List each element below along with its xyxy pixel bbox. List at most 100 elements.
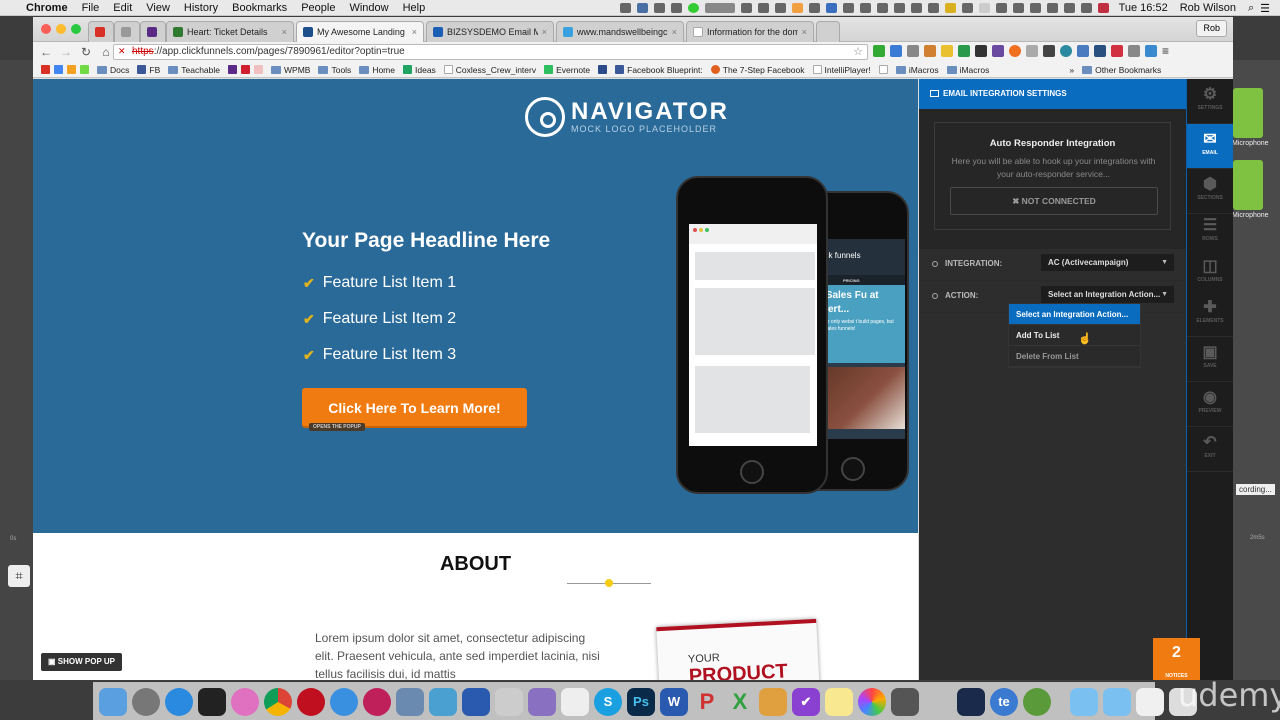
menu-view[interactable]: View bbox=[146, 2, 170, 14]
wunderlist-icon[interactable] bbox=[462, 687, 490, 716]
tab-trello[interactable] bbox=[140, 21, 166, 42]
documents-folder-icon[interactable] bbox=[1103, 687, 1131, 716]
skitch-icon[interactable] bbox=[363, 687, 391, 716]
hero-section[interactable]: NAVIGATOR MOCK LOGO PLACEHOLDER Your Pag… bbox=[33, 79, 918, 533]
volume-icon[interactable] bbox=[1063, 3, 1075, 13]
menu-window[interactable]: Window bbox=[349, 2, 388, 14]
preview-button[interactable]: ◉ PREVIEW bbox=[1187, 382, 1233, 427]
rows-button[interactable]: ☰ ROWS bbox=[1187, 210, 1233, 255]
downloads-stack-icon[interactable] bbox=[1136, 687, 1164, 716]
backup-icon[interactable] bbox=[859, 3, 871, 13]
about-section[interactable]: ABOUT Lorem ipsum dolor sit amet, consec… bbox=[33, 533, 918, 680]
bookmarks-overflow-button[interactable]: » bbox=[1069, 65, 1074, 75]
extension-icon[interactable] bbox=[1060, 45, 1072, 57]
address-bar[interactable]: ✕ https://app.clickfunnels.com/pages/789… bbox=[113, 44, 868, 60]
share-icon[interactable] bbox=[825, 3, 837, 13]
app-store-icon[interactable] bbox=[165, 687, 193, 716]
bookmark-coxless[interactable]: Coxless_Crew_interv bbox=[443, 65, 536, 75]
elements-button[interactable]: ✚ ELEMENTS bbox=[1187, 292, 1233, 337]
sections-button[interactable]: ⬢ SECTIONS bbox=[1187, 169, 1233, 214]
orange-app-icon[interactable] bbox=[791, 3, 803, 13]
save-button[interactable]: ▣ SAVE bbox=[1187, 337, 1233, 382]
spotlight-icon[interactable]: ⌕ bbox=[1248, 2, 1254, 15]
bookmark-sparkle[interactable] bbox=[254, 65, 264, 74]
bookmark-other[interactable]: Other Bookmarks bbox=[1082, 65, 1161, 75]
bluetooth-icon[interactable] bbox=[1080, 3, 1092, 13]
word-icon[interactable]: W bbox=[660, 687, 688, 716]
safari-icon[interactable] bbox=[330, 687, 358, 716]
bookmark-docs[interactable]: Docs bbox=[97, 65, 129, 75]
pen-icon[interactable] bbox=[670, 3, 682, 13]
screen-record-icon[interactable] bbox=[619, 3, 631, 13]
exit-button[interactable]: ↶ EXIT bbox=[1187, 427, 1233, 472]
bell-icon[interactable] bbox=[1012, 3, 1024, 13]
cta-button[interactable]: Click Here To Learn More! bbox=[302, 388, 527, 428]
tab-heart-ticket[interactable]: Heart: Ticket Details × bbox=[166, 21, 294, 42]
dropdown-option-add-to-list[interactable]: Add To List bbox=[1009, 325, 1140, 346]
bookmark-page[interactable] bbox=[878, 65, 888, 74]
reload-button[interactable]: ↻ bbox=[79, 45, 93, 59]
textedit-icon[interactable] bbox=[561, 687, 589, 716]
battery-icon[interactable] bbox=[704, 3, 735, 13]
extension-icon[interactable] bbox=[924, 45, 936, 57]
bookmark-evernote[interactable]: Evernote bbox=[544, 65, 590, 75]
bookmark-trello[interactable] bbox=[228, 65, 238, 74]
gas-mask-icon[interactable] bbox=[924, 688, 952, 716]
email-button[interactable]: ✉ EMAIL bbox=[1187, 124, 1233, 169]
new-tab-button[interactable] bbox=[816, 21, 840, 42]
menu-file[interactable]: File bbox=[82, 2, 100, 14]
excel-icon[interactable]: X bbox=[726, 688, 754, 716]
close-tab-icon[interactable]: × bbox=[412, 27, 417, 37]
feature-item[interactable]: ✔ Feature List Item 2 bbox=[303, 310, 456, 328]
launchpad-icon[interactable] bbox=[132, 687, 160, 716]
applications-folder-icon[interactable] bbox=[1070, 687, 1098, 716]
back-button[interactable]: ← bbox=[39, 45, 53, 59]
opera-icon[interactable] bbox=[297, 687, 325, 716]
columns-button[interactable]: ◫ COLUMNS bbox=[1187, 251, 1233, 296]
bookmark-tools[interactable]: Tools bbox=[318, 65, 351, 75]
extension-icon[interactable] bbox=[1077, 45, 1089, 57]
pulse-extension-icon[interactable] bbox=[1128, 45, 1140, 57]
bookmark-gmail[interactable] bbox=[41, 65, 50, 74]
menu-edit[interactable]: Edit bbox=[113, 2, 132, 14]
bookmark-7-step[interactable]: The 7-Step Facebook bbox=[710, 65, 805, 75]
bookmark-intelliplayer[interactable]: IntelliPlayer! bbox=[812, 65, 871, 75]
photos-icon[interactable] bbox=[858, 687, 886, 716]
dropdown-option-select[interactable]: Select an Integration Action... bbox=[1009, 304, 1140, 325]
bookmark-red[interactable] bbox=[241, 65, 251, 74]
h-extension-icon[interactable] bbox=[1043, 45, 1055, 57]
bookmark-star-icon[interactable]: ☆ bbox=[853, 45, 863, 59]
uk-flag-icon[interactable] bbox=[1097, 3, 1109, 13]
maximize-window-button[interactable] bbox=[71, 24, 81, 34]
extension-icon[interactable] bbox=[941, 45, 953, 57]
clock-icon[interactable] bbox=[893, 3, 905, 13]
archive-utility-icon[interactable] bbox=[759, 687, 787, 716]
dropbox-icon[interactable] bbox=[636, 3, 648, 13]
status-green-icon[interactable] bbox=[687, 3, 699, 13]
notification-center-icon[interactable]: ☰ bbox=[1260, 2, 1270, 15]
dropdown-option-delete-from-list[interactable]: Delete From List bbox=[1009, 346, 1140, 367]
blank-doc-icon[interactable] bbox=[978, 3, 990, 13]
dollar-icon[interactable] bbox=[927, 3, 939, 13]
tab-mandswellbeing[interactable]: www.mandswellbeingchallenge × bbox=[556, 21, 684, 42]
bookmark-home[interactable]: Home bbox=[359, 65, 395, 75]
airserver-icon[interactable] bbox=[957, 687, 985, 716]
home-button[interactable]: ⌂ bbox=[99, 45, 113, 59]
photoshop-icon[interactable]: Ps bbox=[627, 687, 655, 716]
close-tab-icon[interactable]: × bbox=[672, 27, 677, 37]
rocket-app-icon[interactable] bbox=[495, 687, 523, 716]
system-preferences-icon[interactable] bbox=[891, 687, 919, 716]
forward-button[interactable]: → bbox=[59, 45, 73, 59]
finder-icon[interactable] bbox=[99, 687, 127, 716]
powerpoint-icon[interactable]: P bbox=[693, 688, 721, 716]
tab-pinned[interactable] bbox=[114, 21, 140, 42]
bookmark-blue[interactable] bbox=[598, 65, 608, 74]
extension-icon[interactable] bbox=[958, 45, 970, 57]
chat-icon[interactable] bbox=[757, 3, 769, 13]
omnifocus-icon[interactable]: ✔ bbox=[792, 687, 820, 716]
logo[interactable]: NAVIGATOR MOCK LOGO PLACEHOLDER bbox=[525, 97, 729, 137]
page-headline[interactable]: Your Page Headline Here bbox=[302, 229, 550, 253]
code-extension-icon[interactable] bbox=[1026, 45, 1038, 57]
bookmark-facebook-blueprint[interactable]: Facebook Blueprint: bbox=[615, 65, 703, 75]
not-connected-button[interactable]: ✖ NOT CONNECTED bbox=[950, 187, 1158, 215]
